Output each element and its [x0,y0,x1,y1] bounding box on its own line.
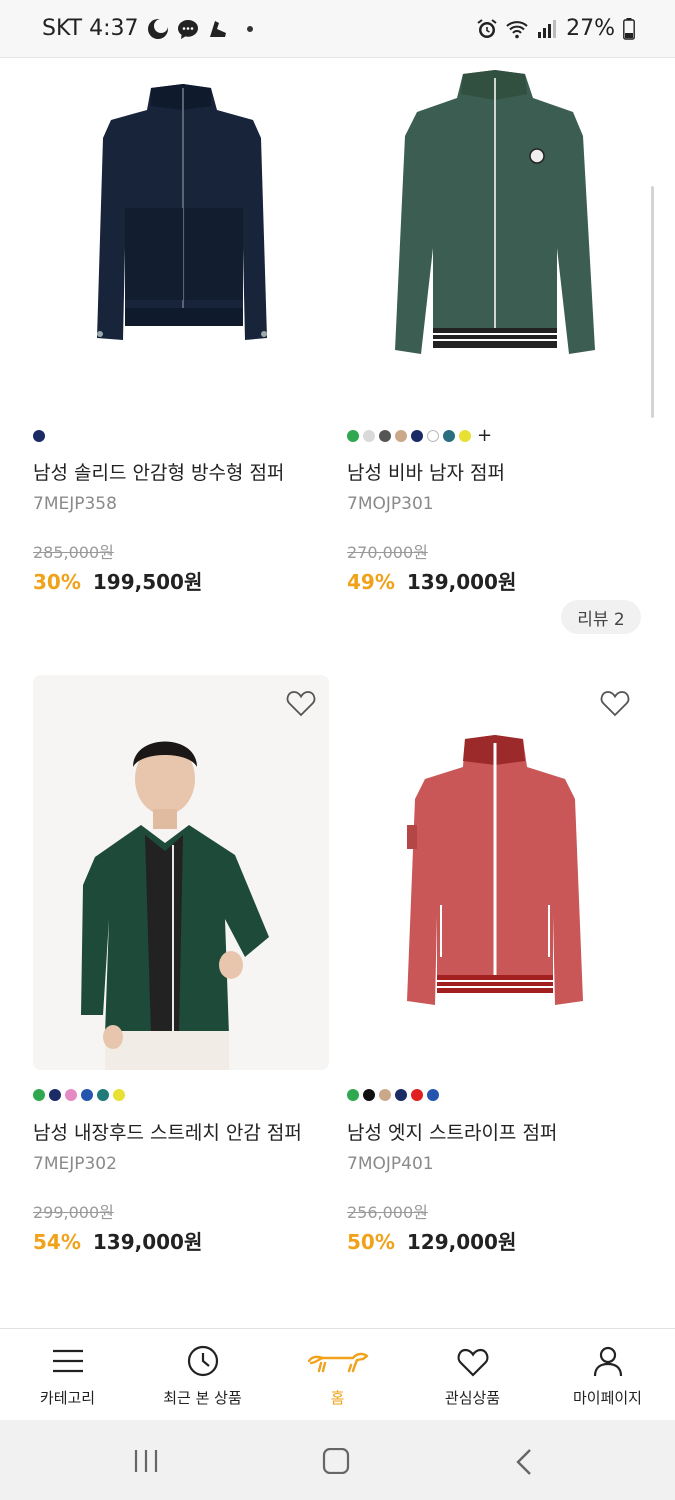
dachshund-logo-icon [307,1352,368,1373]
nav-recent[interactable]: 최근 본 상품 [135,1329,270,1421]
green-jacket-image [395,70,595,354]
nav-label: 마이페이지 [572,1389,642,1407]
red-jacket-image [407,735,583,1005]
color-swatch [49,1089,61,1101]
color-swatch [81,1089,93,1101]
model-green-jacket-image [81,741,269,1070]
heart-icon[interactable] [285,687,317,719]
moon-icon [147,18,168,39]
color-swatches [33,430,45,442]
wifi-icon [506,20,528,38]
signal-icon [538,19,557,38]
alarm-icon [477,18,497,38]
color-swatches [347,1089,439,1101]
discount-rate: 54% [33,1230,81,1254]
nav-mypage[interactable]: 마이페이지 [540,1329,675,1421]
person-icon [593,1346,622,1377]
color-swatch [395,430,407,442]
sneaker-icon [209,20,226,37]
nav-label: 최근 본 상품 [163,1389,242,1407]
review-badge[interactable]: 리뷰 2 [561,600,641,634]
clock-icon [187,1345,218,1377]
product-name[interactable]: 남성 엣지 스트라이프 점퍼 [347,1118,557,1145]
status-bar: SKT 4:37 27% [0,0,675,58]
more-colors-indicator: + [477,425,493,446]
color-swatch [113,1089,125,1101]
color-swatch [347,1089,359,1101]
heart-icon [457,1348,488,1377]
discount-rate: 50% [347,1230,395,1254]
sale-price: 199,500원 [92,570,203,594]
carrier-time: SKT 4:37 [42,16,139,41]
product-image[interactable] [347,675,643,1070]
color-swatches [33,1089,125,1101]
system-nav-bar [0,1420,675,1500]
discount-rate: 30% [33,570,81,594]
product-card[interactable]: 남성 엣지 스트라이프 점퍼 7MOJP401 256,000원 50% 129,… [347,675,647,1255]
product-image[interactable] [347,58,643,398]
status-left: SKT 4:37 [42,16,253,41]
price-row: 30% 199,500원 [33,566,202,595]
color-swatch [33,1089,45,1101]
discount-rate: 49% [347,570,395,594]
menu-icon [52,1349,83,1373]
sale-price: 139,000원 [92,1230,203,1254]
color-swatch [459,430,471,442]
color-swatch [379,1089,391,1101]
product-name[interactable]: 남성 내장후드 스트레치 안감 점퍼 [33,1118,302,1145]
product-card[interactable]: 남성 솔리드 안감형 방수형 점퍼 7MEJP358 285,000원 30% 1… [33,58,333,598]
price-row: 50% 129,000원 [347,1226,516,1255]
color-swatch [411,430,423,442]
product-name[interactable]: 남성 솔리드 안감형 방수형 점퍼 [33,458,284,485]
product-code: 7MOJP401 [347,1154,434,1174]
product-code: 7MEJP358 [33,494,117,514]
product-card[interactable]: 남성 내장후드 스트레치 안감 점퍼 7MEJP302 299,000원 54%… [33,675,333,1255]
battery-icon [623,17,635,40]
original-price: 299,000원 [33,1203,114,1222]
color-swatch [363,1089,375,1101]
nav-label: 카테고리 [39,1389,96,1407]
color-swatches: + [347,425,493,446]
home-button-icon[interactable] [322,1448,350,1474]
status-right: 27% [476,16,635,41]
price-row: 49% 139,000원 [347,566,516,595]
sale-price: 139,000원 [406,570,517,594]
price-row: 54% 139,000원 [33,1226,202,1255]
notification-dot-icon [246,25,253,32]
color-swatch [427,430,439,442]
nav-home[interactable]: 홈 [270,1329,405,1421]
nav-label: 홈 [330,1389,345,1407]
nav-category[interactable]: 카테고리 [0,1329,135,1421]
color-swatch [65,1089,77,1101]
heart-icon[interactable] [599,687,631,719]
color-swatch [411,1089,423,1101]
product-image[interactable] [33,675,329,1070]
battery-percent: 27% [566,16,615,41]
original-price: 285,000원 [33,543,114,562]
nav-wishlist[interactable]: 관심상품 [405,1329,540,1421]
product-name[interactable]: 남성 비바 남자 점퍼 [347,458,505,485]
color-swatch [33,430,45,442]
original-price: 270,000원 [347,543,428,562]
sale-price: 129,000원 [406,1230,517,1254]
scrollbar[interactable] [651,186,654,418]
recent-apps-icon[interactable] [132,1448,160,1474]
color-swatch [379,430,391,442]
color-swatch [395,1089,407,1101]
nav-label: 관심상품 [444,1389,501,1407]
product-card[interactable]: + 남성 비바 남자 점퍼 7MOJP301 270,000원 49% 139,0… [347,58,647,598]
color-swatch [443,430,455,442]
original-price: 256,000원 [347,1203,428,1222]
bottom-nav: 카테고리 최근 본 상품 홈 관심상품 마이페이지 [0,1328,675,1420]
product-code: 7MOJP301 [347,494,434,514]
color-swatch [363,430,375,442]
navy-jacket-image [97,84,267,340]
product-image[interactable] [33,58,329,398]
back-icon[interactable] [514,1448,534,1476]
product-code: 7MEJP302 [33,1154,117,1174]
color-swatch [97,1089,109,1101]
chat-bubble-icon [177,19,198,39]
color-swatch [427,1089,439,1101]
color-swatch [347,430,359,442]
